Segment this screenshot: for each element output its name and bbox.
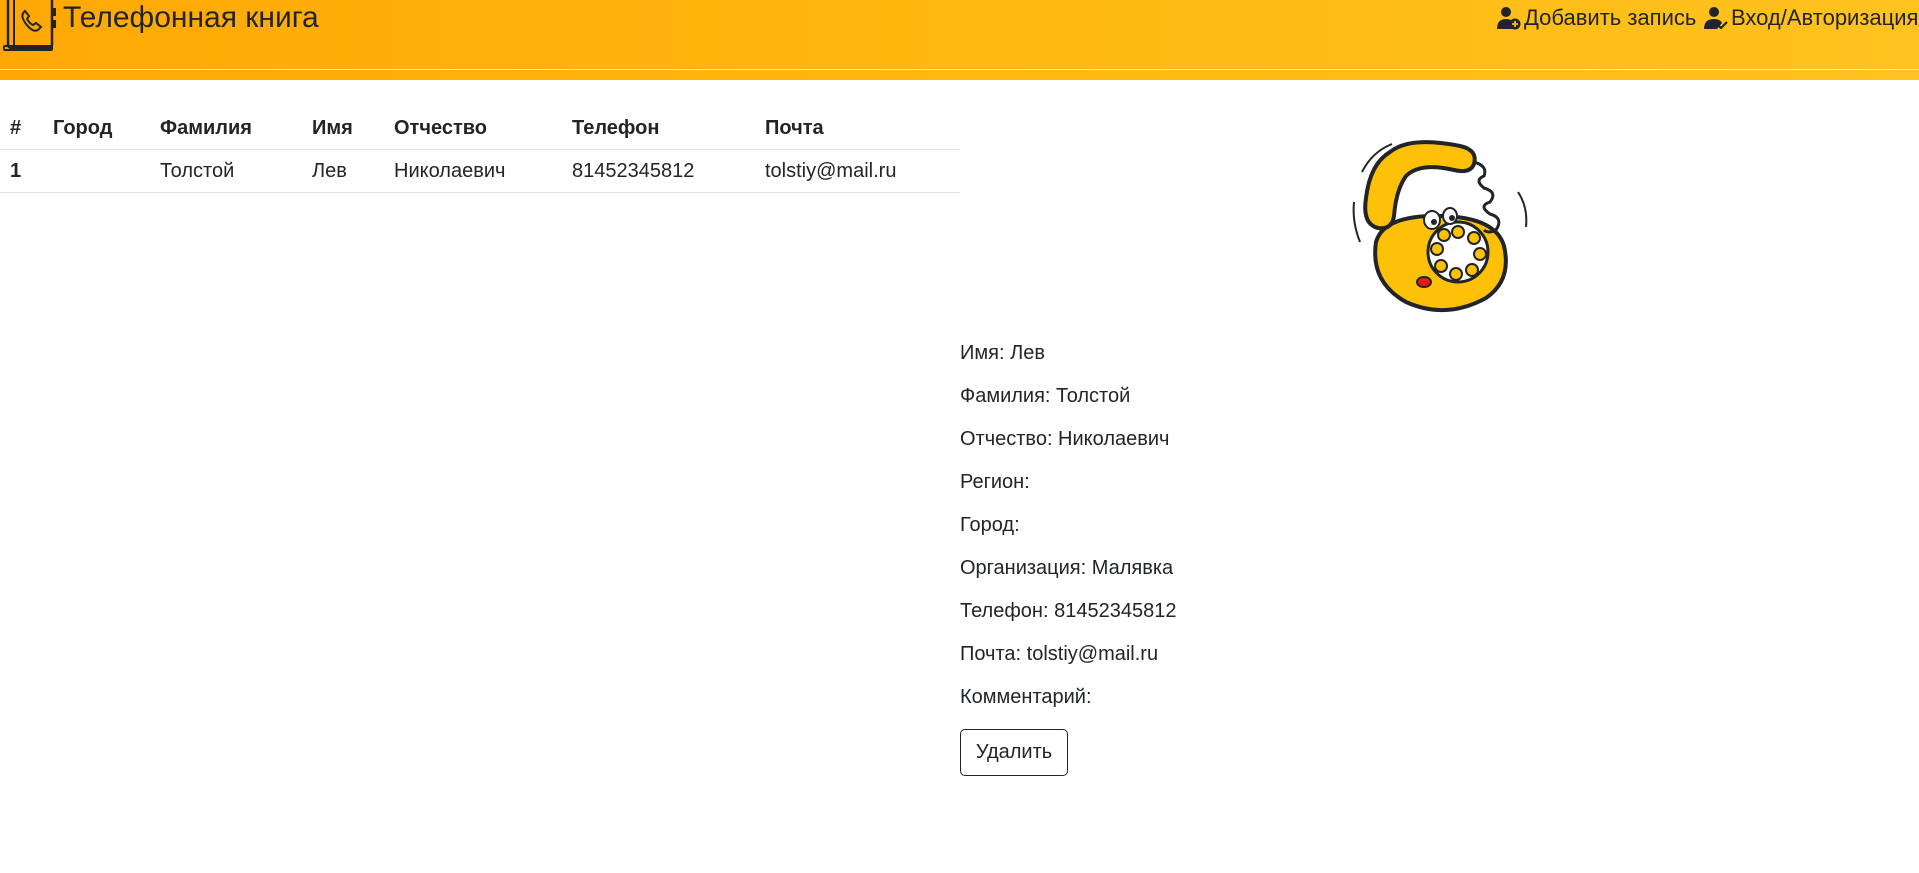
brand-title[interactable]: Телефонная книга [63, 0, 319, 36]
login-link[interactable]: Вход/Авторизация [1704, 4, 1918, 32]
add-record-link[interactable]: Добавить запись [1497, 4, 1696, 32]
cell-first-name: Лев [302, 149, 384, 193]
detail-middle-name: Отчество: Николаевич [960, 428, 1170, 450]
column-header-num[interactable]: # [0, 107, 43, 150]
column-header-email[interactable]: Почта [755, 107, 960, 150]
detail-comment: Комментарий: [960, 686, 1092, 708]
detail-email: Почта: tolstiy@mail.ru [960, 643, 1159, 665]
add-user-icon [1497, 7, 1521, 30]
column-header-last-name[interactable]: Фамилия [150, 107, 302, 150]
table-row[interactable]: 1 Толстой Лев Николаевич 81452345812 tol… [0, 149, 960, 193]
detail-region: Регион: [960, 471, 1030, 493]
cell-last-name: Толстой [150, 149, 302, 193]
rotary-phone-illustration [1352, 140, 1528, 312]
detail-organization: Организация: Малявка [960, 557, 1174, 579]
contacts-table: # Город Фамилия Имя Отчество Телефон Поч… [0, 107, 960, 193]
navbar-divider [0, 69, 1919, 70]
column-header-phone[interactable]: Телефон [562, 107, 755, 150]
cell-phone: 81452345812 [562, 149, 755, 193]
login-label: Вход/Авторизация [1731, 5, 1919, 30]
user-check-icon [1704, 7, 1728, 30]
delete-button[interactable]: Удалить [960, 729, 1068, 776]
navbar: Телефонная книга Добавить запись Вход/Ав… [0, 0, 1919, 80]
column-header-middle-name[interactable]: Отчество [384, 107, 562, 150]
detail-first-name: Имя: Лев [960, 342, 1045, 364]
column-header-first-name[interactable]: Имя [302, 107, 384, 150]
detail-last-name: Фамилия: Толстой [960, 385, 1131, 407]
cell-middle-name: Николаевич [384, 149, 562, 193]
detail-city: Город: [960, 514, 1020, 536]
cell-num: 1 [0, 149, 43, 193]
cell-city [43, 149, 150, 193]
column-header-city[interactable]: Город [43, 107, 150, 150]
phonebook-icon[interactable] [2, 0, 58, 52]
cell-email: tolstiy@mail.ru [755, 149, 960, 193]
table-header-row: # Город Фамилия Имя Отчество Телефон Поч… [0, 107, 960, 150]
contact-details: Имя: Лев Фамилия: Толстой Отчество: Нико… [960, 338, 1176, 725]
detail-phone: Телефон: 81452345812 [960, 600, 1177, 622]
add-record-label: Добавить запись [1524, 5, 1697, 30]
